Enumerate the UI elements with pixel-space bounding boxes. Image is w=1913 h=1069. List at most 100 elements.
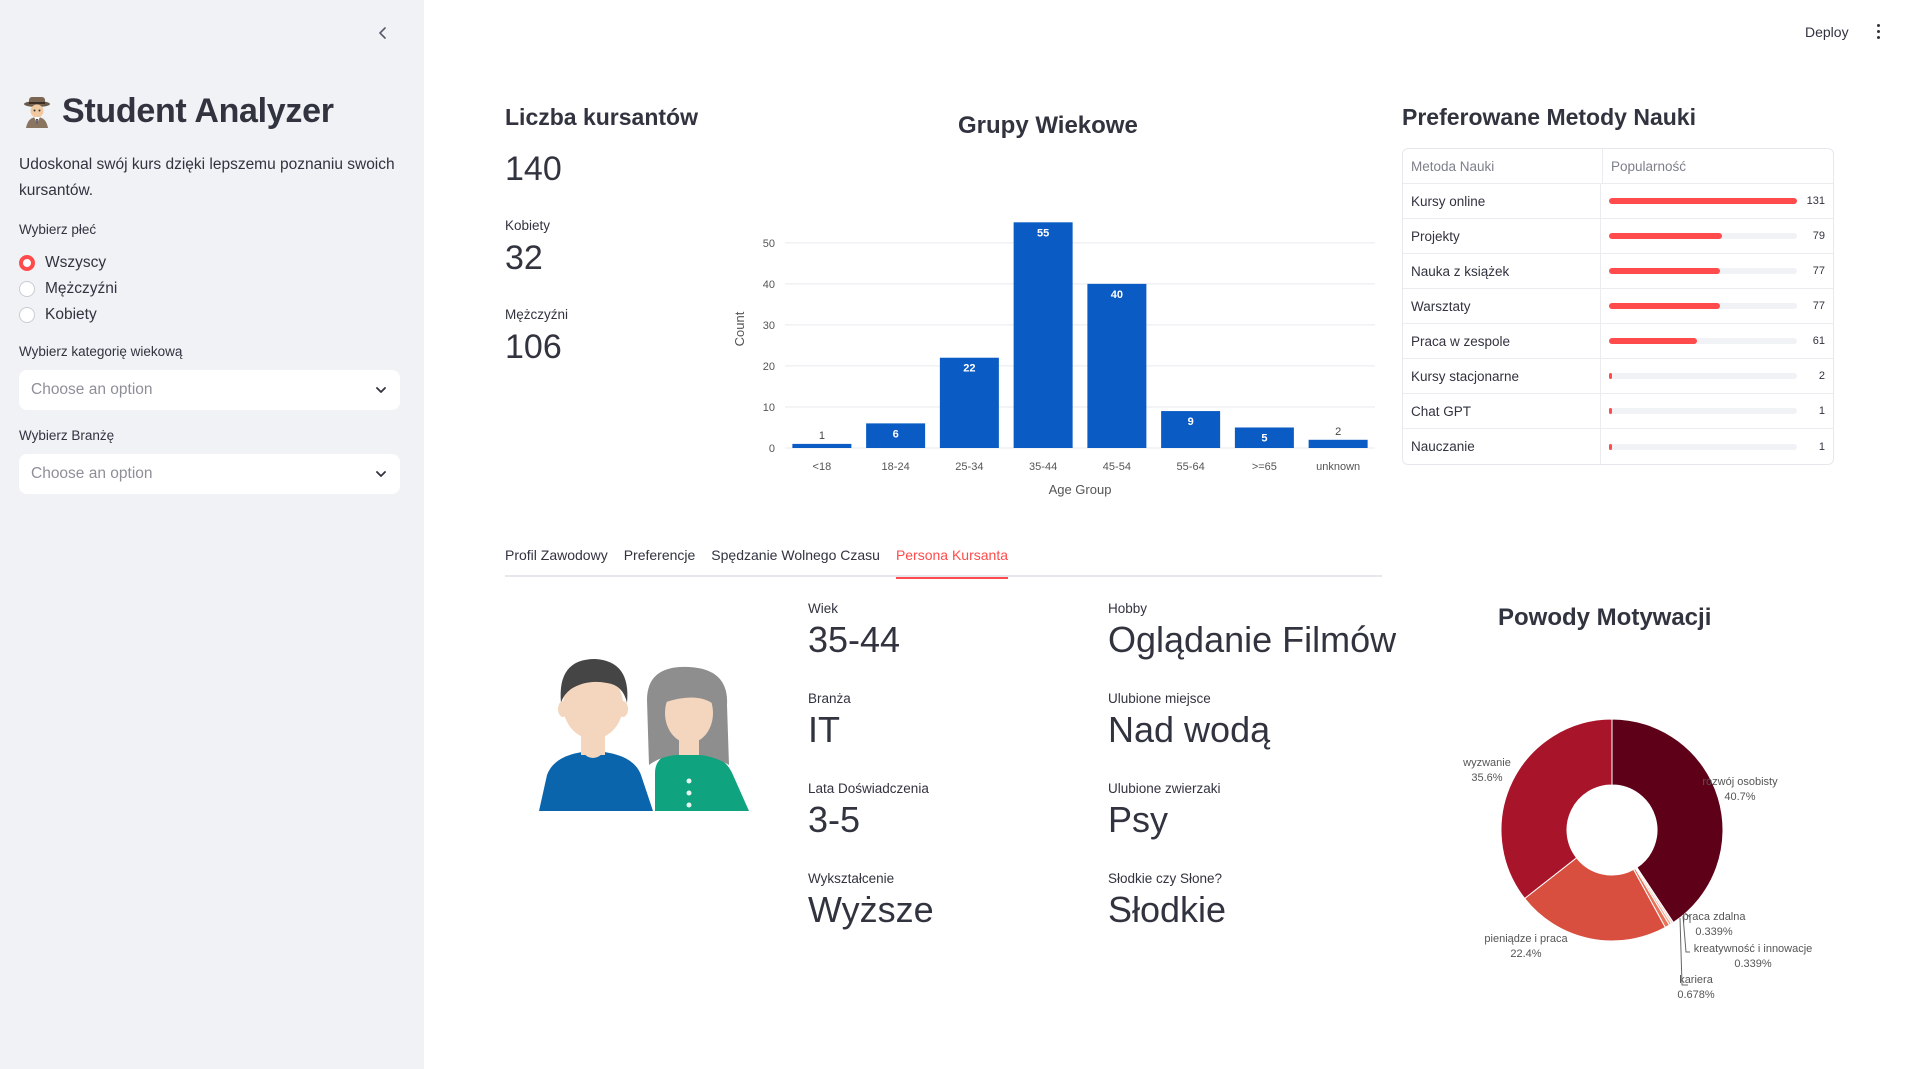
app-title: Student Analyzer bbox=[20, 92, 334, 131]
slice-label: pieniądze i praca bbox=[1484, 933, 1568, 945]
table-row[interactable]: Nauczanie 1 bbox=[1403, 429, 1833, 464]
gender-label: Wybierz płeć bbox=[19, 222, 97, 237]
y-tick-label: 50 bbox=[763, 238, 775, 250]
bar-value-label: 9 bbox=[1188, 416, 1194, 428]
popularity-value: 1 bbox=[1818, 405, 1825, 417]
bar[interactable] bbox=[1087, 283, 1147, 448]
x-tick-label: 35-44 bbox=[1029, 461, 1057, 473]
radio-unselected-icon bbox=[19, 307, 35, 323]
method-name-cell: Nauka z książek bbox=[1403, 254, 1601, 288]
detective-icon bbox=[24, 96, 50, 128]
students-count-heading: Liczba kursantów bbox=[505, 104, 698, 130]
y-tick-label: 40 bbox=[763, 279, 775, 291]
popularity-progress-fill bbox=[1609, 268, 1720, 274]
chevron-left-icon bbox=[379, 27, 386, 39]
x-axis-label: Age Group bbox=[1049, 482, 1112, 497]
popularity-value: 1 bbox=[1818, 440, 1825, 453]
y-tick-label: 20 bbox=[763, 361, 775, 373]
industry-select[interactable]: Choose an option bbox=[19, 454, 400, 494]
popularity-progress-bar bbox=[1609, 198, 1797, 204]
tab-bar: Profil Zawodowy Preferencje Spędzanie Woln… bbox=[505, 545, 1382, 579]
method-name-cell: Chat GPT bbox=[1403, 394, 1601, 428]
method-name-cell: Kursy stacjonarne bbox=[1403, 359, 1601, 393]
tab-3[interactable]: Persona Kursanta bbox=[895, 545, 1009, 579]
column-header-method[interactable]: Metoda Nauki bbox=[1403, 149, 1603, 183]
popularity-value: 79 bbox=[1812, 230, 1825, 242]
tab-0[interactable]: Profil Zawodowy bbox=[505, 545, 608, 577]
radio-label: Wszyscy bbox=[45, 254, 107, 271]
method-name-cell: Warsztaty bbox=[1403, 289, 1601, 323]
x-tick-label: 45-54 bbox=[1103, 461, 1131, 473]
bar[interactable] bbox=[792, 443, 852, 448]
bar[interactable] bbox=[1308, 439, 1368, 448]
x-tick-label: >=65 bbox=[1252, 461, 1277, 473]
tab-1[interactable]: Preferencje bbox=[624, 545, 696, 577]
bar-value-label: 2 bbox=[1335, 426, 1341, 438]
persona-place-value: Nad wodą bbox=[1108, 709, 1271, 750]
collapse-sidebar-button[interactable] bbox=[372, 22, 394, 44]
men-count-value: 106 bbox=[505, 328, 562, 366]
popularity-value: 2 bbox=[1818, 370, 1825, 382]
popularity-progress-fill bbox=[1609, 198, 1797, 204]
radio-option-men[interactable]: Mężczyźni bbox=[19, 276, 117, 302]
table-row[interactable]: Nauka z książek 77 bbox=[1403, 254, 1833, 289]
main-menu-icon[interactable] bbox=[1872, 20, 1884, 42]
bar[interactable] bbox=[1013, 222, 1073, 448]
table-row[interactable]: Praca w zespole 61 bbox=[1403, 324, 1833, 359]
popularity-cell: 2 bbox=[1601, 359, 1833, 393]
radio-option-women[interactable]: Kobiety bbox=[19, 302, 117, 328]
popularity-progress-bar bbox=[1609, 268, 1797, 274]
y-axis-label: Count bbox=[732, 311, 747, 346]
learning-methods-table[interactable]: Metoda Nauki Popularność Kursy online 131… bbox=[1402, 148, 1834, 465]
age-category-label: Wybierz kategorię wiekową bbox=[19, 344, 183, 359]
x-tick-label: 18-24 bbox=[882, 461, 910, 473]
bar-value-label: 22 bbox=[963, 363, 975, 375]
table-row[interactable]: Projekty 79 bbox=[1403, 219, 1833, 254]
persona-place-label: Ulubione miejsce bbox=[1108, 691, 1211, 706]
persona-experience-label: Lata Doświadczenia bbox=[808, 781, 929, 796]
persona-hobby-label: Hobby bbox=[1108, 601, 1148, 616]
table-header-row: Metoda Nauki Popularność bbox=[1403, 149, 1833, 184]
table-row[interactable]: Kursy online 131 bbox=[1403, 184, 1833, 219]
popularity-cell: 131 bbox=[1601, 184, 1833, 218]
age-groups-bar-chart: 0 10 20 30 40 50 1 <18 6 18-24 22 25-34 55 35-44 40 45-… bbox=[732, 222, 1375, 497]
persona-hobby-value: Oglądanie Filmów bbox=[1108, 619, 1397, 660]
radio-unselected-icon bbox=[19, 281, 35, 297]
radio-selected-icon bbox=[19, 255, 35, 271]
popularity-value: 61 bbox=[1812, 335, 1825, 347]
column-header-popularity[interactable]: Popularność bbox=[1603, 149, 1833, 183]
slice-percent: 40.7% bbox=[1724, 791, 1755, 803]
tab-2[interactable]: Spędzanie Wolnego Czasu bbox=[711, 545, 880, 577]
slice-label: praca zdalna bbox=[1683, 911, 1747, 923]
persona-taste-label: Słodkie czy Słone? bbox=[1108, 871, 1223, 886]
method-name-cell: Nauczanie bbox=[1403, 429, 1601, 464]
select-placeholder: Choose an option bbox=[31, 465, 153, 482]
x-tick-label: 55-64 bbox=[1177, 461, 1205, 473]
age-category-select[interactable]: Choose an option bbox=[19, 370, 400, 410]
popularity-value: 77 bbox=[1812, 300, 1825, 312]
radio-label: Kobiety bbox=[45, 306, 97, 323]
table-row[interactable]: Warsztaty 77 bbox=[1403, 289, 1833, 324]
men-label: Mężczyźni bbox=[505, 307, 569, 322]
popularity-cell: 77 bbox=[1601, 289, 1833, 323]
bar-value-label: 1 bbox=[819, 430, 825, 442]
persona-experience-value: 3-5 bbox=[808, 799, 861, 840]
table-row[interactable]: Chat GPT 1 bbox=[1403, 394, 1833, 429]
popularity-progress-fill bbox=[1609, 233, 1723, 239]
motivation-chart-title: Powody Motywacji bbox=[1498, 604, 1712, 631]
popularity-cell: 79 bbox=[1601, 219, 1833, 253]
slice-label: wyzwanie bbox=[1462, 757, 1511, 769]
persona-animals-value: Psy bbox=[1108, 799, 1169, 840]
radio-option-all[interactable]: Wszyscy bbox=[19, 250, 117, 276]
table-row[interactable]: Kursy stacjonarne 2 bbox=[1403, 359, 1833, 394]
method-name-cell: Projekty bbox=[1403, 219, 1601, 253]
popularity-progress-bar bbox=[1609, 338, 1797, 344]
deploy-button[interactable]: Deploy bbox=[1799, 20, 1855, 44]
persona-industry-label: Branża bbox=[808, 691, 851, 706]
learning-methods-heading: Preferowane Metody Nauki bbox=[1402, 104, 1696, 130]
persona-education-value: Wyższe bbox=[808, 889, 934, 930]
popularity-value: 131 bbox=[1806, 195, 1825, 207]
popularity-progress-fill bbox=[1609, 408, 1612, 414]
popularity-value: 77 bbox=[1812, 265, 1825, 277]
radio-label: Mężczyźni bbox=[45, 280, 118, 297]
